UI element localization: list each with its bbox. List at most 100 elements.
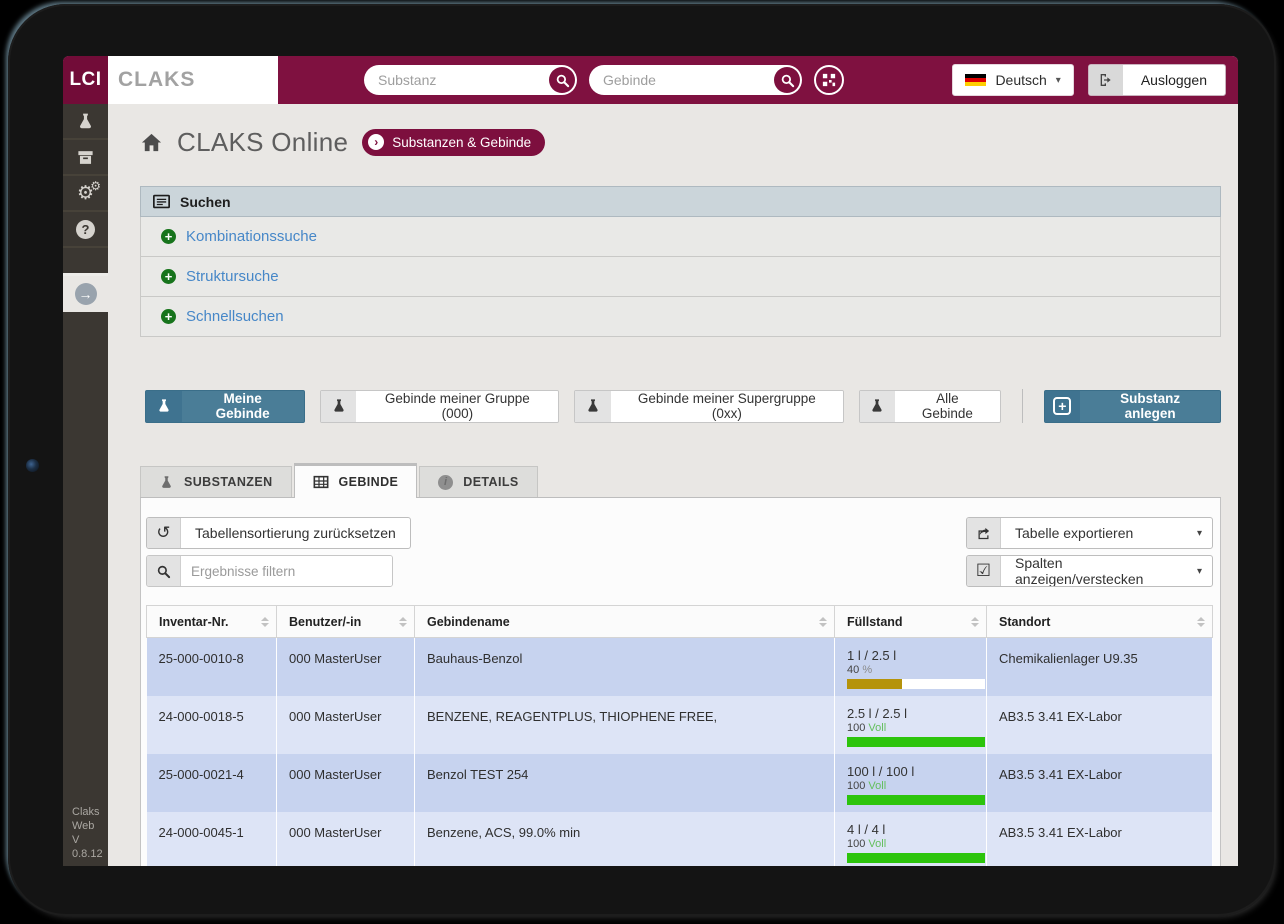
table-grid-icon xyxy=(313,475,329,489)
app-version: Claks Web V 0.8.12 xyxy=(72,805,108,861)
substanz-search-input[interactable] xyxy=(378,65,538,95)
gebinde-gruppe-button[interactable]: Gebinde meiner Gruppe (000) xyxy=(320,390,560,423)
reset-sort-button[interactable]: ↺ Tabellensortierung zurücksetzen xyxy=(146,517,411,549)
column-header-standort[interactable]: Standort xyxy=(987,606,1213,638)
list-icon xyxy=(153,194,170,209)
flask-icon xyxy=(146,391,182,422)
chevron-down-icon: ▾ xyxy=(1197,528,1202,539)
fill-level-bar xyxy=(847,737,985,747)
qr-code-icon xyxy=(822,73,836,87)
table-row[interactable]: 25-000-0010-8 000 MasterUser Bauhaus-Ben… xyxy=(147,638,1213,696)
claks-logo: CLAKS xyxy=(108,56,278,104)
undo-icon: ↺ xyxy=(147,518,181,548)
divider xyxy=(1022,389,1023,423)
table-row[interactable]: 25-000-0021-4 000 MasterUser Benzol TEST… xyxy=(147,754,1213,812)
language-selector[interactable]: Deutsch ▾ xyxy=(952,64,1073,96)
fill-level-bar xyxy=(847,853,985,863)
page-title: CLAKS Online xyxy=(177,127,348,158)
tab-gebinde[interactable]: GEBINDE xyxy=(294,463,418,498)
substanz-search-button[interactable] xyxy=(549,67,575,93)
context-badge[interactable]: › Substanzen & Gebinde xyxy=(362,129,545,156)
plus-circle-icon: + xyxy=(161,269,176,284)
meine-gebinde-button[interactable]: Meine Gebinde xyxy=(145,390,305,423)
sidebar-item-help[interactable]: ? xyxy=(63,212,108,248)
sidebar-item-substances[interactable] xyxy=(63,104,108,140)
main-content: CLAKS Online › Substanzen & Gebinde Such… xyxy=(108,124,1238,866)
gebinde-supergruppe-button[interactable]: Gebinde meiner Supergruppe (0xx) xyxy=(574,390,843,423)
table-row[interactable]: 24-000-0045-1 000 MasterUser Benzene, AC… xyxy=(147,812,1213,867)
chevron-down-icon: ▾ xyxy=(1197,566,1202,577)
search-panel-header: Suchen xyxy=(140,186,1221,217)
flask-icon xyxy=(860,391,896,422)
search-icon xyxy=(147,556,181,586)
app-screen: LCI CLAKS xyxy=(63,56,1238,866)
fill-level-bar xyxy=(847,795,985,805)
camera-dot xyxy=(26,459,39,472)
action-buttons: Meine Gebinde Gebinde meiner Gruppe (000… xyxy=(145,389,1221,423)
accordion-schnellsuchen[interactable]: + Schnellsuchen xyxy=(140,297,1221,337)
accordion-kombinationssuche[interactable]: + Kombinationssuche xyxy=(140,217,1221,257)
accordion-struktursuche[interactable]: + Struktursuche xyxy=(140,257,1221,297)
help-icon: ? xyxy=(76,220,95,239)
flask-icon xyxy=(159,475,174,490)
tablet-frame: LCI CLAKS xyxy=(8,4,1276,916)
filter-control xyxy=(146,555,393,587)
filter-results-input[interactable] xyxy=(181,556,392,586)
lci-logo: LCI xyxy=(63,56,108,104)
sort-icon xyxy=(261,617,269,627)
column-header-gebindename[interactable]: Gebindename xyxy=(415,606,835,638)
logout-icon xyxy=(1089,65,1123,95)
alle-gebinde-button[interactable]: Alle Gebinde xyxy=(859,390,1001,423)
german-flag-icon xyxy=(965,74,986,87)
sidebar-item-inventory[interactable] xyxy=(63,140,108,176)
export-table-dropdown[interactable]: Tabelle exportieren ▾ xyxy=(966,517,1213,549)
column-header-benutzer[interactable]: Benutzer/-in xyxy=(277,606,415,638)
export-icon xyxy=(967,518,1001,548)
tab-bar: SUBSTANZEN GEBINDE i DETAILS xyxy=(140,463,1221,498)
fill-level-bar xyxy=(847,679,985,689)
sidebar-expand-button[interactable]: → xyxy=(63,276,108,312)
flask-icon xyxy=(76,112,95,131)
plus-square-icon: + xyxy=(1045,391,1081,422)
gebinde-search-button[interactable] xyxy=(774,67,800,93)
search-icon xyxy=(780,73,795,88)
gebinde-search xyxy=(589,65,802,95)
archive-box-icon xyxy=(76,148,95,167)
sidebar-divider xyxy=(63,248,108,276)
toggle-columns-dropdown[interactable]: ☑ Spalten anzeigen/verstecken ▾ xyxy=(966,555,1213,587)
column-header-fuellstand[interactable]: Füllstand xyxy=(835,606,987,638)
sidebar-item-settings[interactable]: ⚙⚙ xyxy=(63,176,108,212)
logout-label: Ausloggen xyxy=(1123,65,1225,95)
arrow-circle-icon: › xyxy=(368,134,384,150)
column-header-inventar[interactable]: Inventar-Nr. xyxy=(147,606,277,638)
plus-circle-icon: + xyxy=(161,309,176,324)
sort-icon xyxy=(399,617,407,627)
tab-details[interactable]: i DETAILS xyxy=(419,466,537,497)
language-label: Deutsch xyxy=(995,72,1046,88)
gears-icon: ⚙⚙ xyxy=(77,184,94,203)
sort-icon xyxy=(819,617,827,627)
qr-scan-button[interactable] xyxy=(814,65,844,95)
plus-circle-icon: + xyxy=(161,229,176,244)
logout-button[interactable]: Ausloggen xyxy=(1088,64,1226,96)
substanz-search xyxy=(364,65,577,95)
flask-icon xyxy=(321,391,357,422)
sort-icon xyxy=(971,617,979,627)
chevron-down-icon: ▾ xyxy=(1056,75,1061,86)
gebinde-panel: ↺ Tabellensortierung zurücksetzen Tabell… xyxy=(140,498,1221,866)
tab-substanzen[interactable]: SUBSTANZEN xyxy=(140,466,292,497)
info-icon: i xyxy=(438,475,453,490)
sort-icon xyxy=(1197,617,1205,627)
substanz-anlegen-button[interactable]: + Substanz anlegen xyxy=(1044,390,1221,423)
topbar: LCI CLAKS xyxy=(63,56,1238,104)
gebinde-table: Inventar-Nr. Benutzer/-in Gebindename xyxy=(146,605,1213,866)
sidebar: ⚙⚙ ? → Claks Web V 0.8.12 xyxy=(63,104,108,866)
arrow-right-icon: → xyxy=(75,283,97,305)
checkbox-icon: ☑ xyxy=(967,556,1001,586)
search-panel: Suchen + Kombinationssuche + Struktursuc… xyxy=(140,186,1221,337)
home-icon xyxy=(140,131,163,154)
search-icon xyxy=(555,73,570,88)
gebinde-search-input[interactable] xyxy=(603,65,763,95)
table-row[interactable]: 24-000-0018-5 000 MasterUser BENZENE, RE… xyxy=(147,696,1213,754)
flask-icon xyxy=(575,391,611,422)
